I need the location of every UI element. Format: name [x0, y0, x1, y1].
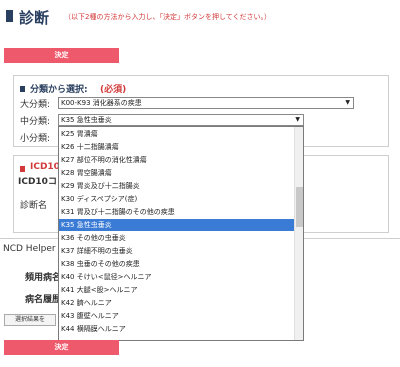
ncd-helper-label: NCD Helper: [3, 244, 56, 254]
instruction-note: （以下2種の方法から入力し、「決定」ボタンを押してください。）: [64, 13, 272, 21]
decide-button-top[interactable]: 決定: [4, 48, 119, 63]
category-title: 分類から選択:: [30, 85, 88, 95]
major-select[interactable]: K00-K93 消化器系の疾患 ▼: [58, 97, 354, 109]
middle-label: 中分類:: [20, 117, 51, 127]
icd-marker: [20, 166, 25, 172]
dropdown-scrollbar[interactable]: [294, 127, 303, 340]
middle-select[interactable]: K35 急性虫垂炎 ▼: [58, 114, 304, 126]
diagnosis-history-label: 病名履歴: [25, 295, 62, 305]
dropdown-option[interactable]: K40 そけい<鼠径>ヘルニア: [59, 271, 295, 283]
scrollbar-thumb[interactable]: [296, 187, 303, 227]
title-marker: [6, 10, 13, 22]
middle-select-value: K35 急性虫垂炎: [61, 116, 112, 124]
dropdown-option[interactable]: K41 大腿<股>ヘルニア: [59, 284, 295, 296]
minor-label: 小分類:: [20, 134, 51, 144]
dropdown-option[interactable]: K43 腹壁ヘルニア: [59, 310, 295, 322]
dropdown-option[interactable]: K27 部位不明の消化性潰瘍: [59, 154, 295, 166]
dropdown-option[interactable]: K26 十二指腸潰瘍: [59, 141, 295, 153]
middle-category-dropdown[interactable]: K25 胃潰瘍 K26 十二指腸潰瘍 K27 部位不明の消化性潰瘍 K28 胃空腸潰瘍…: [58, 126, 304, 341]
icd-code-label: ICD10コ: [18, 177, 57, 187]
dropdown-option[interactable]: K28 胃空腸潰瘍: [59, 167, 295, 179]
major-select-value: K00-K93 消化器系の疾患: [61, 99, 142, 107]
chevron-down-icon: ▼: [345, 99, 350, 106]
dropdown-option[interactable]: K42 臍ヘルニア: [59, 297, 295, 309]
decide-button-bottom[interactable]: 決定: [4, 340, 119, 355]
dropdown-option[interactable]: K44 横隔膜ヘルニア: [59, 323, 295, 335]
dropdown-option[interactable]: K37 詳細不明の虫垂炎: [59, 245, 295, 257]
dropdown-option[interactable]: K38 虫垂のその他の疾患: [59, 258, 295, 270]
section-marker: [20, 86, 25, 92]
dropdown-option[interactable]: K35 急性虫垂炎: [59, 219, 295, 231]
frequent-diagnosis-label: 頻用病名: [25, 273, 62, 283]
dropdown-option[interactable]: K31 胃及び十二指腸のその他の疾患: [59, 206, 295, 218]
dropdown-option[interactable]: K25 胃潰瘍: [59, 128, 295, 140]
chevron-down-icon: ▼: [295, 116, 300, 123]
page-title: 診断: [19, 9, 50, 27]
required-badge: (必須): [100, 85, 127, 95]
major-label: 大分類:: [20, 100, 51, 110]
dropdown-option[interactable]: K29 胃炎及び十二指腸炎: [59, 180, 295, 192]
diagnosis-label: 診断名: [20, 201, 48, 211]
dropdown-option[interactable]: K36 その他の虫垂炎: [59, 232, 295, 244]
selection-result-button[interactable]: 選択結果を: [4, 314, 56, 326]
icd-title: ICD10: [30, 162, 60, 172]
dropdown-option[interactable]: K30 ディスペプシア(症): [59, 193, 295, 205]
